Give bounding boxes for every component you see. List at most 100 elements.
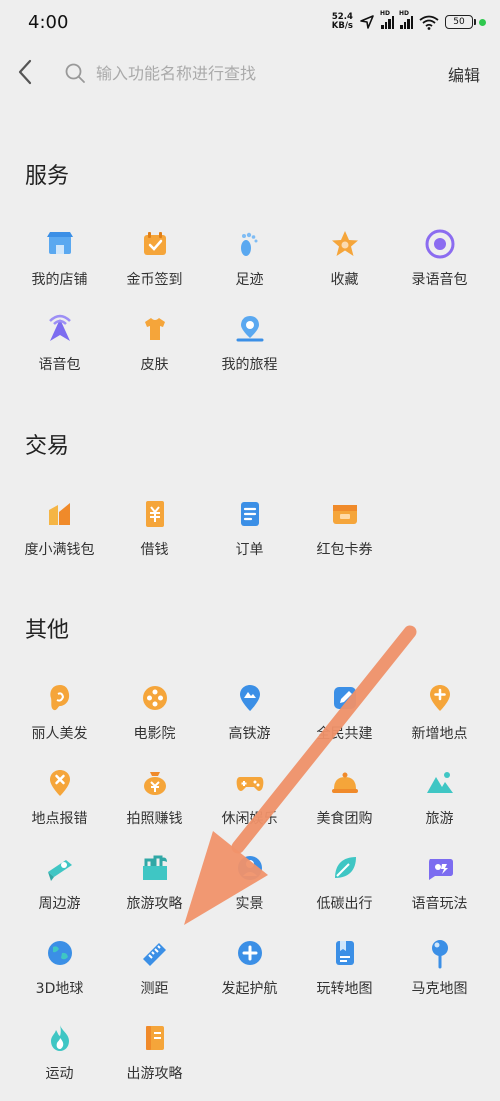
feature-label: 旅游攻略 [126, 896, 183, 912]
feature-item[interactable]: 旅游 [392, 761, 487, 846]
feature-item[interactable]: 新增地点 [392, 676, 487, 761]
section-title: 交易 [25, 434, 70, 459]
feature-label: 我的旅程 [221, 357, 278, 373]
section-1: 交易度小满钱包 借钱 订单 红包卡券 [0, 432, 500, 577]
low-carbon-icon [334, 857, 356, 878]
feature-label: 我的店铺 [31, 272, 88, 288]
train-travel-icon [239, 685, 260, 711]
section-grid: 丽人美发 电影院 高铁游 全民共建 新增地点地点报错 拍照赚钱 休闲娱乐 美食团购 旅游周边游 旅… [12, 676, 500, 1101]
feature-item[interactable]: 我的店铺 [12, 222, 107, 307]
battery-indicator: 50 [445, 15, 476, 29]
feature-item[interactable]: 电影院 [107, 676, 202, 761]
back-button[interactable] [14, 58, 38, 86]
feature-item[interactable]: 丽人美发 [12, 676, 107, 761]
feature-item[interactable]: 实景 [202, 846, 297, 931]
feature-label: 地点报错 [31, 811, 88, 827]
coupon-icon [332, 505, 357, 524]
search-box[interactable] [64, 56, 424, 90]
search-icon [65, 63, 85, 83]
footprint-icon [240, 232, 257, 256]
feature-item[interactable]: 运动 [12, 1016, 107, 1101]
feature-label: 金币签到 [126, 272, 183, 288]
feature-item[interactable]: 红包卡券 [297, 492, 392, 577]
pin-map-icon [431, 940, 448, 969]
map-guide-icon [335, 941, 354, 965]
voice-pack-icon [48, 314, 71, 341]
feature-label: 发起护航 [221, 981, 278, 997]
feature-item[interactable]: 我的旅程 [202, 307, 297, 392]
location-arrow-icon [360, 15, 374, 29]
feature-label: 高铁游 [228, 726, 271, 742]
section-title: 服务 [25, 164, 70, 189]
feature-item[interactable]: 地点报错 [12, 761, 107, 846]
feature-item[interactable]: 3D地球 [12, 931, 107, 1016]
food-icon [331, 772, 358, 793]
feature-item[interactable]: 度小满钱包 [12, 492, 107, 577]
feature-item[interactable]: 出游攻略 [107, 1016, 202, 1101]
feature-label: 低碳出行 [316, 896, 373, 912]
feature-label: 马克地图 [411, 981, 468, 997]
section-grid: 度小满钱包 借钱 订单 红包卡券 [12, 492, 500, 577]
feature-item[interactable]: 语音包 [12, 307, 107, 392]
feature-item[interactable]: 周边游 [12, 846, 107, 931]
wifi-icon [419, 15, 439, 30]
header: 编辑 [0, 48, 500, 98]
status-time: 4:00 [28, 12, 69, 33]
trip-guide-icon [145, 1026, 164, 1050]
feature-label: 拍照赚钱 [126, 811, 183, 827]
feature-label: 玩转地图 [316, 981, 373, 997]
chevron-left-icon [18, 59, 32, 85]
feature-label: 订单 [235, 542, 264, 558]
section-title: 其他 [25, 618, 70, 643]
feature-item[interactable]: 低碳出行 [297, 846, 392, 931]
feature-item[interactable]: 足迹 [202, 222, 297, 307]
feature-item[interactable]: 测距 [107, 931, 202, 1016]
star-icon [331, 231, 358, 256]
feature-item[interactable]: 发起护航 [202, 931, 297, 1016]
cinema-icon [142, 686, 167, 710]
feature-item[interactable]: 旅游攻略 [107, 846, 202, 931]
feature-label: 收藏 [330, 272, 359, 288]
feature-label: 运动 [45, 1066, 74, 1082]
feature-item[interactable]: 美食团购 [297, 761, 392, 846]
feature-label: 红包卡券 [316, 542, 373, 558]
co-build-icon [333, 687, 356, 709]
feature-label: 3D地球 [35, 981, 84, 997]
feature-item[interactable]: 借钱 [107, 492, 202, 577]
feature-label: 出游攻略 [126, 1066, 183, 1082]
feature-item[interactable]: 马克地图 [392, 931, 487, 1016]
feature-item[interactable]: 拍照赚钱 [107, 761, 202, 846]
feature-item[interactable]: 全民共建 [297, 676, 392, 761]
ruler-icon [142, 943, 166, 966]
wallet-icon [48, 503, 70, 525]
feature-item[interactable]: 高铁游 [202, 676, 297, 761]
feature-label: 录语音包 [411, 272, 468, 288]
feature-label: 皮肤 [140, 357, 169, 373]
feature-item[interactable]: 金币签到 [107, 222, 202, 307]
edit-button[interactable]: 编辑 [448, 62, 480, 86]
feature-item[interactable]: 皮肤 [107, 307, 202, 392]
skin-icon [144, 318, 165, 340]
network-tag-1: HD [380, 10, 391, 17]
feature-item[interactable]: 收藏 [297, 222, 392, 307]
feature-item[interactable]: 订单 [202, 492, 297, 577]
feature-label: 旅游 [425, 811, 454, 827]
checkin-icon [143, 232, 166, 255]
hair-icon [49, 685, 69, 711]
loan-icon [145, 501, 164, 527]
add-place-icon [429, 685, 450, 711]
feature-item[interactable]: 休闲娱乐 [202, 761, 297, 846]
feature-label: 新增地点 [411, 726, 468, 742]
sport-icon [50, 1025, 69, 1051]
nearby-travel-icon [47, 860, 72, 881]
escort-icon [237, 941, 262, 965]
feature-item[interactable]: 语音玩法 [392, 846, 487, 931]
search-input[interactable] [94, 62, 398, 84]
feature-label: 休闲娱乐 [221, 811, 278, 827]
store-icon [46, 232, 73, 254]
feature-label: 度小满钱包 [24, 542, 95, 558]
feature-item[interactable]: 录语音包 [392, 222, 487, 307]
globe-icon [47, 941, 72, 965]
feature-item[interactable]: 玩转地图 [297, 931, 392, 1016]
travel-guide-icon [142, 855, 167, 880]
